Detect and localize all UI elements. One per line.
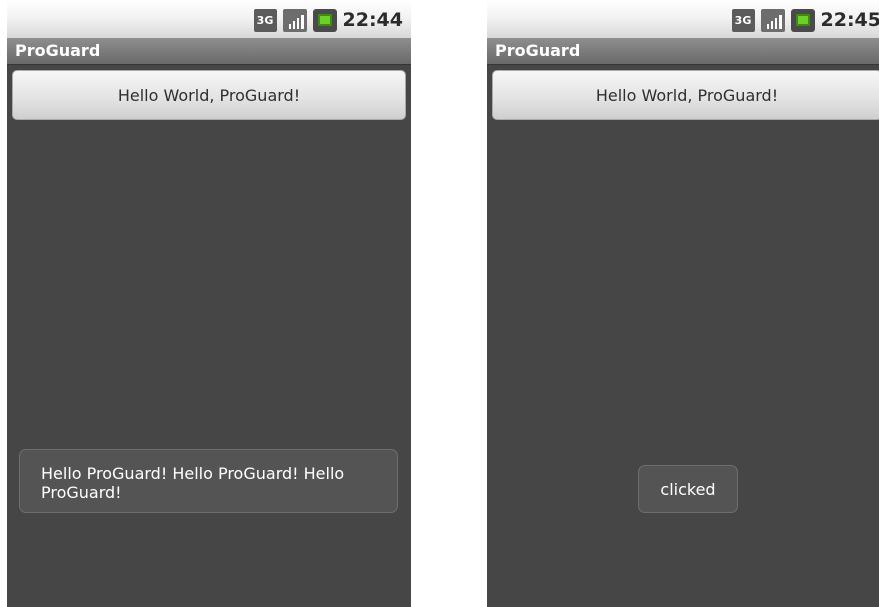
hello-world-button[interactable]: Hello World, ProGuard!: [12, 70, 406, 120]
battery-icon: [312, 8, 337, 32]
status-bar: 3G 22:44: [7, 0, 411, 38]
phone-screen-left: 3G 22:44 ProGuard Hello World, ProGuard!…: [7, 0, 411, 607]
app-title-bar: ProGuard: [7, 38, 411, 65]
app-title: ProGuard: [15, 41, 101, 60]
hello-world-button[interactable]: Hello World, ProGuard!: [492, 70, 879, 120]
signal-strength-icon: [760, 8, 785, 32]
battery-icon: [790, 8, 815, 32]
status-clock: 22:44: [342, 9, 403, 31]
toast-message: Hello ProGuard! Hello ProGuard! Hello Pr…: [19, 449, 398, 513]
status-bar: 3G 22:45: [487, 0, 879, 38]
3g-network-icon: 3G: [731, 8, 755, 32]
phone-screen-right: 3G 22:45 ProGuard Hello World, ProGuard!…: [487, 0, 879, 607]
signal-strength-icon: [282, 8, 307, 32]
app-title: ProGuard: [495, 41, 581, 60]
3g-network-icon: 3G: [253, 8, 277, 32]
app-title-bar: ProGuard: [487, 38, 879, 65]
toast-message: clicked: [638, 465, 738, 513]
status-clock: 22:45: [820, 9, 879, 31]
